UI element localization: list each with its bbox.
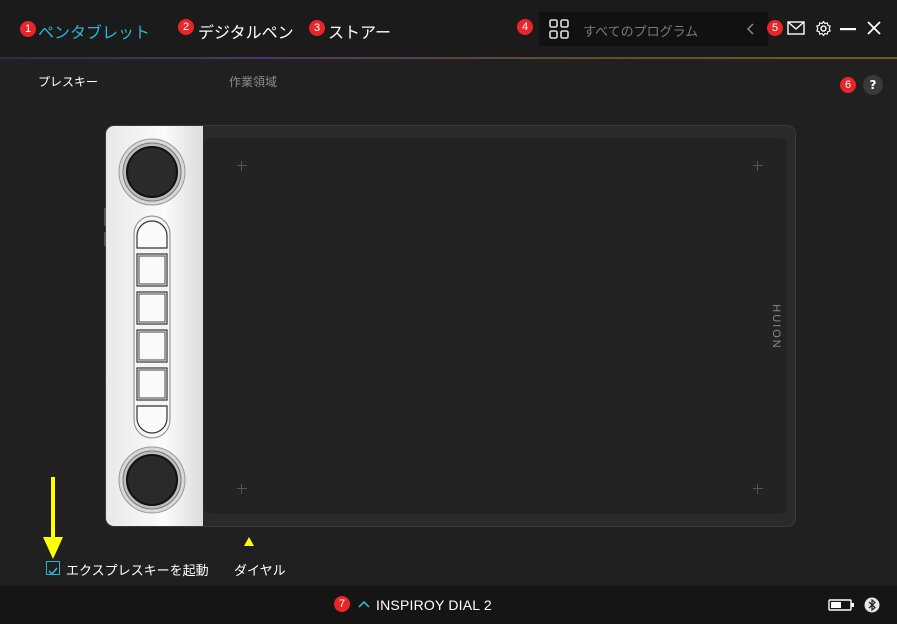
active-area-corner-mark bbox=[237, 484, 247, 494]
grid-icon bbox=[549, 19, 569, 39]
express-key-bottom bbox=[136, 405, 168, 434]
help-button[interactable]: ? bbox=[863, 75, 883, 95]
express-key-4 bbox=[136, 367, 168, 401]
mail-icon[interactable] bbox=[787, 21, 805, 35]
annotation-arrow-down bbox=[43, 477, 63, 559]
express-key-1 bbox=[136, 253, 168, 287]
device-name[interactable]: INSPIROY DIAL 2 bbox=[376, 597, 492, 613]
bluetooth-icon bbox=[864, 597, 880, 613]
active-area-corner-mark bbox=[753, 484, 763, 494]
annotation-badge-1: 1 bbox=[20, 21, 36, 37]
annotation-badge-5: 5 bbox=[767, 20, 783, 36]
program-selector-placeholder: すべてのプログラム bbox=[583, 25, 699, 40]
gear-icon[interactable] bbox=[815, 20, 832, 37]
chevron-up-icon[interactable] bbox=[358, 600, 370, 608]
annotation-badge-3: 3 bbox=[309, 20, 325, 36]
express-key-2 bbox=[136, 291, 168, 325]
tablet-active-area bbox=[204, 138, 787, 514]
checkmark-icon bbox=[48, 567, 58, 576]
enable-express-keys-checkbox[interactable] bbox=[46, 561, 60, 576]
dial-pointer-icon bbox=[244, 537, 254, 546]
battery-icon bbox=[828, 599, 854, 611]
minimize-icon[interactable] bbox=[840, 28, 856, 31]
chevron-left-icon[interactable] bbox=[746, 23, 756, 35]
tablet-key-panel bbox=[106, 126, 203, 526]
annotation-badge-7: 7 bbox=[334, 596, 350, 612]
annotation-badge-6: 6 bbox=[840, 77, 856, 93]
tab-pen-tablet[interactable]: ペンタブレット bbox=[38, 19, 150, 43]
annotation-badge-4: 4 bbox=[517, 19, 533, 35]
subtab-work-area[interactable]: 作業領域 bbox=[229, 73, 277, 90]
accent-divider bbox=[0, 57, 897, 59]
active-area-corner-mark bbox=[237, 161, 247, 171]
bottom-dial[interactable] bbox=[118, 446, 186, 514]
active-area-corner-mark bbox=[753, 161, 763, 171]
annotation-badge-2: 2 bbox=[178, 19, 194, 35]
subtab-express-keys[interactable]: プレスキー bbox=[38, 73, 98, 90]
tablet-brand-logo: HUION bbox=[770, 304, 782, 350]
close-icon[interactable] bbox=[867, 21, 881, 35]
top-dial[interactable] bbox=[118, 138, 186, 206]
tab-store[interactable]: ストアー bbox=[328, 19, 391, 43]
tab-digital-pen[interactable]: デジタルペン bbox=[198, 19, 294, 43]
express-key-3 bbox=[136, 329, 168, 363]
enable-express-keys-label[interactable]: エクスプレスキーを起動 bbox=[66, 560, 209, 579]
express-key-top bbox=[136, 220, 168, 249]
program-selector[interactable]: すべてのプログラム bbox=[539, 12, 768, 46]
dial-label[interactable]: ダイヤル bbox=[234, 560, 286, 579]
